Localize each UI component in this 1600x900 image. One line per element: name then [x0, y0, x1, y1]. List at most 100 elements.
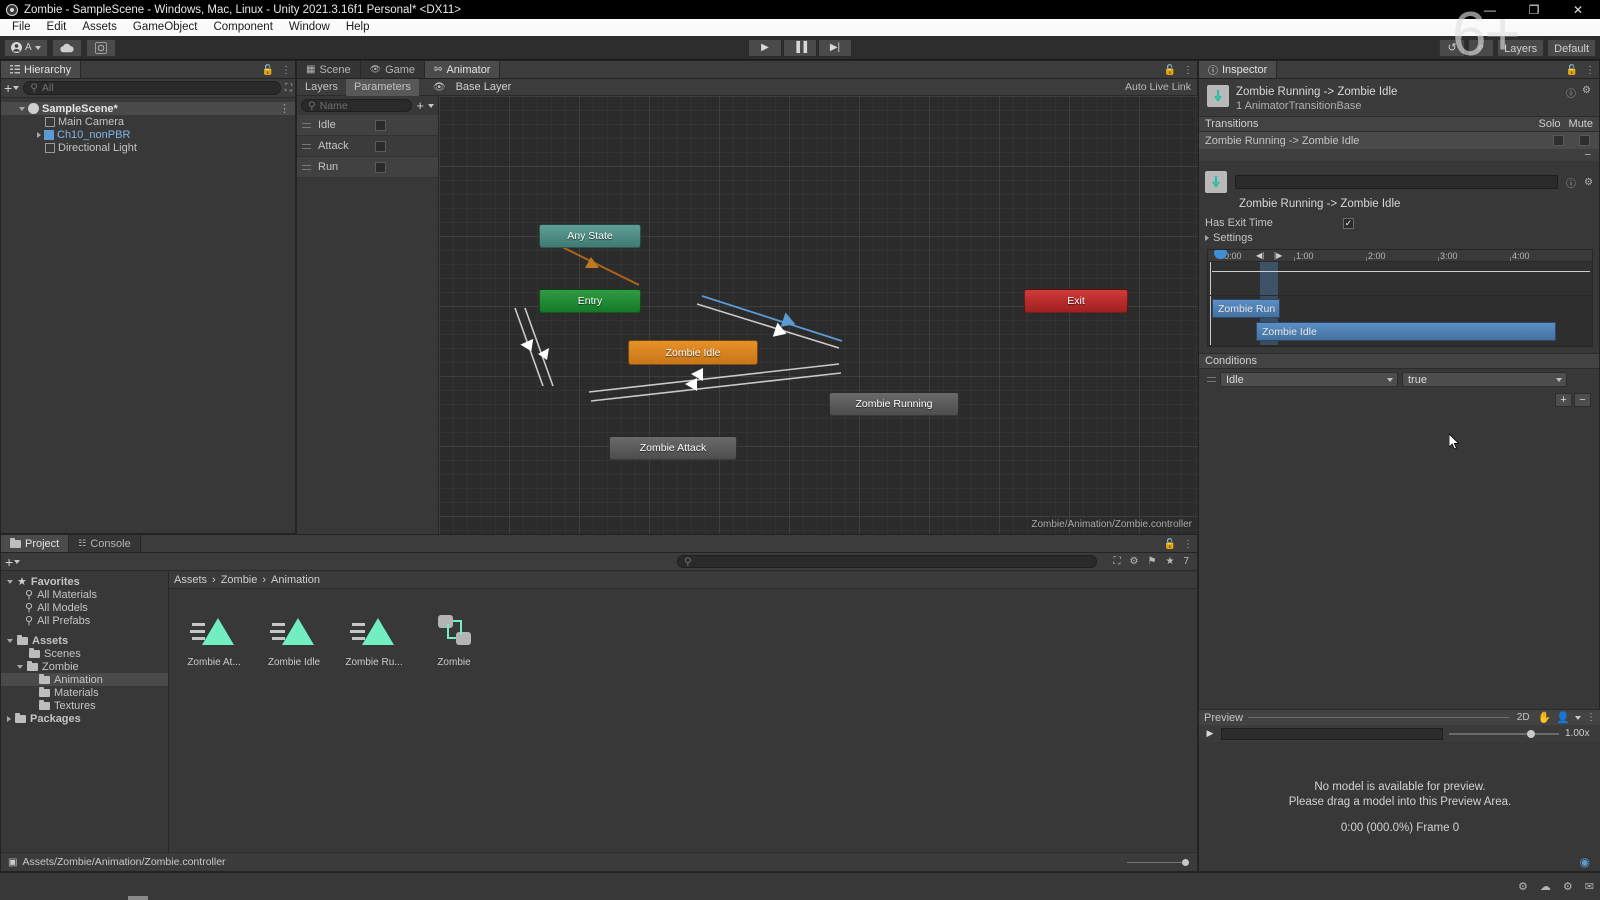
asset-item-zombie-idle[interactable]: Zombie Idle: [263, 611, 325, 668]
drag-handle-icon[interactable]: [302, 122, 311, 128]
project-content-pane[interactable]: Assets › Zombie › Animation Zombie At...…: [169, 572, 1197, 852]
tab-inspector[interactable]: ⓘ Inspector: [1199, 61, 1278, 78]
breadcrumb-item-zombie[interactable]: Zombie: [221, 574, 258, 586]
parameter-checkbox[interactable]: [375, 119, 386, 131]
hierarchy-item-ch10-nonpbr[interactable]: Ch10_nonPBR: [1, 128, 295, 141]
asset-item-zombie-controller[interactable]: Zombie: [423, 611, 485, 668]
timeline-ruler[interactable]: 0:00 1:00 2:00 3:00 4:00 ◀| |▶: [1208, 250, 1592, 262]
preview-play-button[interactable]: ▶: [1199, 728, 1221, 739]
parameter-row-attack[interactable]: Attack: [297, 136, 438, 157]
exit-time-marker-left-icon[interactable]: ◀|: [1256, 251, 1264, 260]
chevron-right-icon[interactable]: [37, 131, 41, 138]
menu-gameobject[interactable]: GameObject: [125, 19, 206, 36]
tree-item-assets[interactable]: Assets: [1, 634, 168, 647]
state-node-zombie-running[interactable]: Zombie Running: [829, 392, 959, 416]
tab-scene[interactable]: ▦ Scene: [297, 61, 361, 78]
exit-time-marker-right-icon[interactable]: |▶: [1274, 251, 1282, 260]
hierarchy-filter-icon[interactable]: ⛶: [285, 83, 292, 94]
menu-component[interactable]: Component: [205, 19, 280, 36]
cloud-button[interactable]: [51, 38, 82, 57]
transition-remove-button[interactable]: −: [1199, 149, 1599, 161]
asset-store-icon[interactable]: ⚙: [1563, 880, 1573, 893]
kebab-menu-icon[interactable]: ⋮: [279, 102, 290, 115]
kebab-menu-icon[interactable]: ⋮: [1183, 65, 1193, 76]
preview-speed-slider[interactable]: [1449, 729, 1559, 738]
hierarchy-add-button[interactable]: +: [4, 81, 20, 95]
transition-timeline[interactable]: 0:00 1:00 2:00 3:00 4:00 ◀| |▶ Zombie Ru…: [1207, 249, 1593, 347]
blend-region[interactable]: [1260, 262, 1278, 295]
asset-item-zombie-attack[interactable]: Zombie At...: [183, 611, 245, 668]
lock-icon[interactable]: 🔓: [1164, 539, 1176, 550]
services-button[interactable]: [85, 38, 116, 57]
state-node-any-state[interactable]: Any State: [539, 224, 641, 248]
tree-item-zombie[interactable]: Zombie: [1, 660, 168, 673]
transition-mute-checkbox[interactable]: [1579, 135, 1590, 146]
undo-history-button[interactable]: ↺: [1439, 38, 1466, 57]
clip-bar-source[interactable]: Zombie Run: [1212, 299, 1280, 318]
project-create-button[interactable]: +: [5, 555, 21, 569]
play-button[interactable]: ▶: [748, 38, 782, 57]
hierarchy-item-main-camera[interactable]: Main Camera: [1, 115, 295, 128]
settings-gear-icon[interactable]: ⚙: [1582, 85, 1591, 96]
breadcrumb-item-animation[interactable]: Animation: [271, 574, 320, 586]
animator-state-graph[interactable]: Any State Entry Exit Zombie Idle Zombie …: [439, 96, 1199, 534]
menu-help[interactable]: Help: [338, 19, 378, 36]
help-icon[interactable]: ⓘ: [1566, 175, 1576, 190]
state-node-zombie-idle[interactable]: Zombie Idle: [628, 340, 758, 365]
collab-icon[interactable]: ⚙: [1518, 880, 1528, 893]
lock-icon[interactable]: 🔓: [1566, 65, 1578, 76]
preview-2d-toggle[interactable]: 2D: [1514, 712, 1533, 723]
hierarchy-search-input[interactable]: ⚲ All: [23, 81, 281, 95]
chevron-down-icon[interactable]: [17, 664, 23, 669]
parameter-checkbox[interactable]: [375, 161, 386, 173]
filter-by-type-icon[interactable]: ⚙: [1130, 556, 1139, 567]
auto-live-link-button[interactable]: Auto Live Link: [1125, 81, 1191, 93]
timeline-clip-track[interactable]: Zombie Run Zombie Idle: [1208, 296, 1592, 346]
maximize-button[interactable]: ❐: [1512, 0, 1556, 19]
pause-button[interactable]: ▐▐: [783, 38, 817, 57]
menu-assets[interactable]: Assets: [74, 19, 125, 36]
tree-item-all-models[interactable]: ⚲ All Models: [1, 601, 168, 615]
step-button[interactable]: ▶|: [818, 38, 852, 57]
asset-item-zombie-running[interactable]: Zombie Ru...: [343, 611, 405, 668]
tree-item-materials[interactable]: Materials: [1, 686, 168, 699]
preview-area[interactable]: No model is available for preview. Pleas…: [1199, 742, 1600, 871]
cloud-build-icon[interactable]: ☁: [1540, 880, 1551, 893]
tab-animator[interactable]: ⇰ Animator: [425, 61, 501, 78]
transition-name-input[interactable]: [1235, 175, 1559, 189]
asset-size-slider[interactable]: [1127, 857, 1189, 867]
account-button[interactable]: A: [4, 38, 48, 57]
kebab-menu-icon[interactable]: ⋮: [1183, 539, 1193, 550]
tab-console[interactable]: ☷ Console: [69, 535, 141, 552]
chevron-down-icon[interactable]: [7, 638, 13, 643]
tree-item-all-materials[interactable]: ⚲ All Materials: [1, 588, 168, 602]
state-node-entry[interactable]: Entry: [539, 289, 641, 313]
settings-gear-icon[interactable]: ⚙: [1584, 177, 1593, 188]
parameter-search-input[interactable]: ⚲ Name: [301, 99, 413, 112]
preview-scrubber[interactable]: [1221, 727, 1443, 740]
slider-thumb[interactable]: [1182, 859, 1189, 866]
ik-icon[interactable]: 👤: [1556, 711, 1570, 724]
tree-item-packages[interactable]: Packages: [1, 712, 168, 725]
layers-dropdown[interactable]: Layers: [1497, 38, 1545, 57]
search-in-scene-icon[interactable]: ⛶: [1114, 556, 1121, 567]
favorite-star-icon[interactable]: ★: [1165, 556, 1174, 567]
has-exit-time-checkbox[interactable]: ✓: [1343, 217, 1354, 229]
parameter-row-run[interactable]: Run: [297, 157, 438, 178]
chevron-down-icon[interactable]: [1575, 715, 1581, 720]
transition-list-row[interactable]: Zombie Running -> Zombie Idle: [1199, 132, 1599, 149]
chevron-right-icon[interactable]: [7, 715, 11, 722]
parameter-row-idle[interactable]: Idle: [297, 115, 438, 136]
tree-item-all-prefabs[interactable]: ⚲ All Prefabs: [1, 614, 168, 628]
kebab-menu-icon[interactable]: ⋮: [281, 65, 291, 76]
filter-by-label-icon[interactable]: ⚑: [1148, 556, 1157, 567]
layout-dropdown[interactable]: Default: [1547, 38, 1596, 57]
clip-bar-target[interactable]: Zombie Idle: [1256, 322, 1556, 341]
remove-condition-button[interactable]: −: [1574, 393, 1591, 407]
lock-icon[interactable]: 🔓: [262, 65, 274, 76]
tree-item-animation[interactable]: Animation: [1, 673, 168, 686]
tree-item-favorites[interactable]: ★ Favorites: [1, 575, 168, 588]
menu-edit[interactable]: Edit: [39, 19, 75, 36]
minimize-button[interactable]: —: [1468, 0, 1512, 19]
avatar-icon[interactable]: ✋: [1538, 711, 1552, 724]
